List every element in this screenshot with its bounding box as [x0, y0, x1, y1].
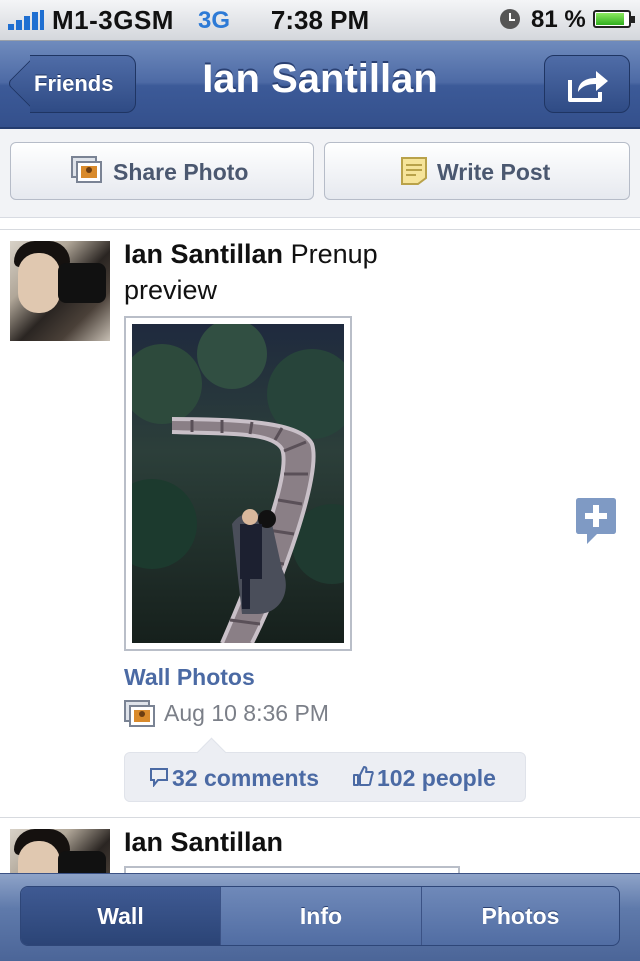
share-button[interactable] [544, 55, 630, 113]
album-link[interactable]: Wall Photos [124, 664, 255, 691]
post-header: Ian Santillan [124, 824, 424, 860]
comments-count[interactable]: 32 comments [172, 765, 319, 792]
navigation-bar: Friends Ian Santillan [0, 41, 640, 129]
post-author[interactable]: Ian Santillan [124, 239, 283, 269]
tab-info[interactable]: Info [220, 887, 421, 945]
post-photo[interactable] [124, 316, 352, 651]
battery-percent: 81 % [531, 6, 586, 33]
share-icon [568, 71, 608, 102]
tab-wall[interactable]: Wall [21, 887, 220, 945]
post-header: Ian Santillan Prenup preview [124, 236, 424, 308]
divider [0, 229, 640, 230]
photo-image [132, 324, 344, 643]
avatar[interactable] [10, 241, 110, 341]
photo-icon [124, 700, 155, 727]
tab-bar: Wall Info Photos [0, 873, 640, 961]
like-icon [353, 766, 374, 786]
share-photo-button[interactable]: Share Photo [10, 142, 314, 200]
composer-action-bar: Share Photo Write Post [0, 129, 640, 218]
post-author[interactable]: Ian Santillan [124, 827, 283, 857]
tab-photos[interactable]: Photos [421, 887, 619, 945]
feedback-bar[interactable]: 32 comments 102 people [124, 737, 526, 802]
photo-icon [71, 156, 102, 183]
post-timestamp: Aug 10 8:36 PM [164, 700, 329, 726]
status-bar: M1-3GSM 3G 7:38 PM 81 % [0, 0, 640, 41]
write-post-label: Write Post [437, 159, 551, 185]
note-icon [401, 157, 427, 185]
alarm-clock-icon [500, 9, 520, 29]
divider [0, 817, 640, 818]
comment-icon [150, 768, 168, 787]
battery-icon [593, 10, 635, 28]
share-photo-label: Share Photo [113, 159, 249, 185]
write-post-button[interactable]: Write Post [324, 142, 630, 200]
add-comment-button[interactable] [575, 496, 617, 551]
add-comment-icon [576, 498, 616, 544]
likes-count[interactable]: 102 people [377, 765, 496, 792]
